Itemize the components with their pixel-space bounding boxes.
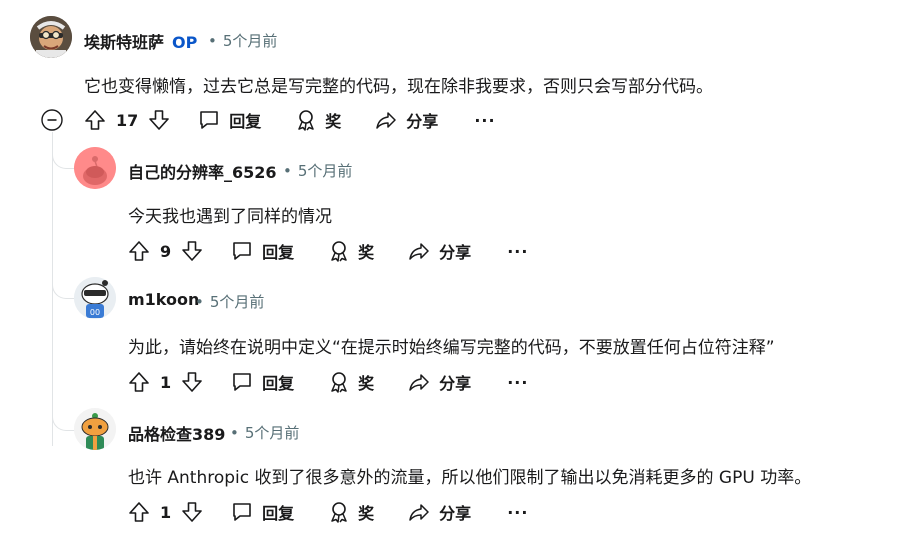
more-options-button[interactable]: ··· — [474, 111, 495, 130]
svg-text:00: 00 — [90, 308, 100, 317]
reply-label: 回复 — [262, 243, 295, 262]
comment-meta: • 5个月前 — [189, 291, 264, 312]
comment-meta: • 5个月前 — [202, 30, 277, 51]
share-button[interactable]: 分享 — [408, 500, 471, 524]
author-name[interactable]: 埃斯特班萨 — [84, 33, 164, 52]
comment-text: 为此，请始终在说明中定义“在提示时始终编写完整的代码，不要放置任何占位符注释” — [128, 338, 775, 358]
reply-button[interactable]: 回复 — [231, 370, 294, 394]
upvote-button[interactable] — [82, 107, 108, 133]
timestamp[interactable]: 5个月前 — [223, 32, 278, 50]
action-bar: 9 回复 奖 分享 ··· — [126, 236, 528, 266]
upvote-button[interactable] — [126, 238, 152, 264]
downvote-button[interactable] — [179, 238, 205, 264]
downvote-arrow-icon — [182, 372, 202, 392]
comment-text: 也许 Anthropic 收到了很多意外的流量，所以他们限制了输出以免消耗更多的… — [128, 468, 812, 488]
more-options-button[interactable]: ··· — [507, 503, 528, 522]
speech-bubble-icon — [233, 242, 251, 260]
thread-branch-3 — [52, 408, 75, 431]
speech-bubble-icon — [200, 111, 219, 129]
dot-separator: • — [208, 32, 217, 50]
more-options-button[interactable]: ··· — [507, 373, 528, 392]
avatar[interactable]: 00 — [74, 277, 116, 319]
more-options-button[interactable]: ··· — [507, 242, 528, 261]
thread-branch-1 — [52, 148, 75, 169]
upvote-arrow-icon — [129, 241, 149, 261]
award-ribbon-icon — [298, 110, 315, 131]
share-label: 分享 — [439, 504, 472, 523]
comment-text: 它也变得懒惰，过去它总是写完整的代码，现在除非我要求，否则只会写部分代码。 — [84, 77, 713, 97]
award-label: 奖 — [325, 112, 342, 131]
collapse-minus-icon — [41, 109, 63, 131]
action-bar: 1 回复 奖 分享 ··· — [126, 497, 528, 527]
avatar[interactable] — [30, 16, 72, 58]
dot-separator: • — [195, 293, 204, 311]
avatar[interactable] — [74, 147, 116, 189]
share-arrow-icon — [409, 504, 429, 521]
downvote-button[interactable] — [146, 107, 172, 133]
upvote-button[interactable] — [126, 369, 152, 395]
reply-button[interactable]: 回复 — [198, 108, 261, 132]
reply-label: 回复 — [262, 374, 295, 393]
share-button[interactable]: 分享 — [375, 108, 438, 132]
comment-author[interactable]: 品格检查389 — [128, 421, 225, 445]
collapse-button[interactable] — [40, 108, 64, 132]
upvote-arrow-icon — [85, 110, 105, 130]
op-badge: OP — [172, 33, 198, 52]
award-label: 奖 — [358, 243, 375, 262]
award-ribbon-icon — [331, 372, 347, 393]
timestamp[interactable]: 5个月前 — [245, 424, 300, 442]
thread-branch-2 — [52, 276, 75, 299]
share-label: 分享 — [406, 112, 439, 131]
award-button[interactable]: 奖 — [328, 239, 374, 263]
downvote-arrow-icon — [182, 241, 202, 261]
award-button[interactable]: 奖 — [328, 370, 374, 394]
downvote-button[interactable] — [179, 369, 205, 395]
comment-meta: • 5个月前 — [277, 160, 352, 181]
downvote-arrow-icon — [182, 502, 202, 522]
share-arrow-icon — [376, 112, 397, 129]
upvote-arrow-icon — [129, 372, 149, 392]
comment-meta: • 5个月前 — [224, 422, 299, 443]
reply-button[interactable]: 回复 — [231, 500, 294, 524]
share-arrow-icon — [409, 243, 429, 260]
upvote-button[interactable] — [126, 499, 152, 525]
speech-bubble-icon — [233, 503, 251, 521]
comment-author[interactable]: 自己的分辨率_6526 — [128, 159, 277, 183]
dot-separator: • — [230, 424, 239, 442]
timestamp[interactable]: 5个月前 — [298, 162, 353, 180]
share-button[interactable]: 分享 — [408, 239, 471, 263]
upvote-arrow-icon — [129, 502, 149, 522]
share-label: 分享 — [439, 243, 472, 262]
action-bar: 17 回复 奖 分享 ··· — [82, 105, 496, 135]
vote-count: 9 — [160, 241, 172, 261]
vote-count: 1 — [160, 502, 172, 522]
action-bar: 1 回复 奖 分享 ··· — [126, 367, 528, 397]
award-button[interactable]: 奖 — [295, 108, 341, 132]
timestamp[interactable]: 5个月前 — [210, 293, 265, 311]
comment-text: 今天我也遇到了同样的情况 — [128, 207, 332, 227]
vote-count: 1 — [160, 372, 172, 392]
reply-label: 回复 — [262, 504, 295, 523]
avatar[interactable] — [74, 408, 116, 450]
award-label: 奖 — [358, 374, 375, 393]
speech-bubble-icon — [233, 373, 251, 391]
vote-count: 17 — [116, 110, 139, 130]
share-label: 分享 — [439, 374, 472, 393]
award-ribbon-icon — [331, 241, 347, 262]
award-ribbon-icon — [331, 502, 347, 523]
share-button[interactable]: 分享 — [408, 370, 471, 394]
dot-separator: • — [283, 162, 292, 180]
award-button[interactable]: 奖 — [328, 500, 374, 524]
downvote-arrow-icon — [149, 110, 170, 130]
comment-author[interactable]: 埃斯特班萨 OP — [84, 29, 197, 53]
reply-label: 回复 — [229, 112, 262, 131]
downvote-button[interactable] — [179, 499, 205, 525]
reply-button[interactable]: 回复 — [231, 239, 294, 263]
award-label: 奖 — [358, 504, 375, 523]
share-arrow-icon — [409, 374, 429, 391]
